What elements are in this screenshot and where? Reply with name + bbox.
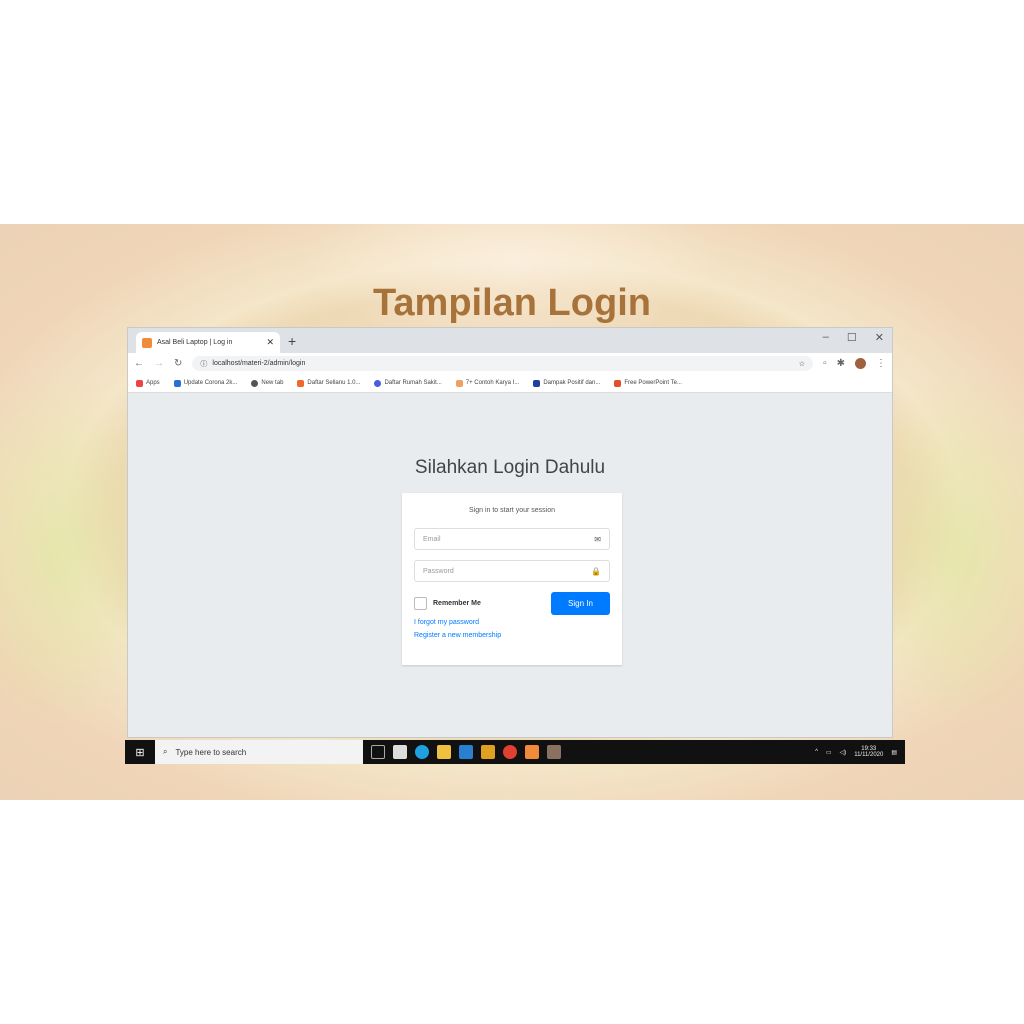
new-tab-icon[interactable]: + [288,333,296,349]
info-icon: ⓘ [200,360,208,368]
minimize-icon[interactable]: – [823,331,829,344]
sublime-icon[interactable] [481,745,495,759]
email-placeholder: Email [423,535,441,543]
login-card: Sign in to start your session Email ✉ Pas… [402,493,622,665]
address-bar-row: ← → ↻ ⓘ localhost/materi-2/admin/login ☆ ▫… [128,353,892,374]
register-link[interactable]: Register a new membership [414,632,610,639]
reload-icon[interactable]: ↻ [174,358,182,369]
volume-icon[interactable]: ◁) [840,749,847,756]
favicon-icon [142,337,152,348]
taskbar: ⊞ ⌕ Type here to search ^ ▭ ◁) 19:33 11/11… [125,740,905,764]
remember-checkbox[interactable] [414,597,427,610]
password-placeholder: Password [423,567,454,575]
bookmark-icon [533,379,541,387]
network-icon[interactable]: ▭ [826,749,832,756]
maximize-icon[interactable]: ☐ [847,331,857,344]
envelope-icon: ✉ [594,534,601,544]
store-icon[interactable] [393,745,407,759]
menu-icon[interactable]: ⋮ [876,358,886,369]
taskbar-search[interactable]: ⌕ Type here to search [155,740,363,764]
tray-chevron-icon[interactable]: ^ [815,749,818,755]
edge-icon[interactable] [415,745,429,759]
cloud-icon[interactable] [547,745,561,759]
bookmark[interactable]: New tab [251,379,283,387]
tab-title: Asal Beli Laptop | Log in [157,339,233,346]
bookmark-icon [614,379,622,387]
forgot-password-link[interactable]: I forgot my password [414,619,610,626]
xampp-icon[interactable] [525,745,539,759]
reading-list-icon[interactable]: ▫ [823,358,827,369]
login-heading: Silahkan Login Dahulu [414,457,606,478]
bookmark-icon [374,379,382,387]
remember-label: Remember Me [433,600,481,607]
bookmark[interactable]: Daftar Rumah Sakit... [374,379,442,387]
bookmark-icon [455,379,463,387]
browser-window: Asal Beli Laptop | Log in ✕ + – ☐ ✕ ← → … [127,327,893,738]
bookmark-icon [297,379,305,387]
slide-title: Tampilan Login [373,282,651,324]
mail-icon[interactable] [459,745,473,759]
password-input[interactable]: Password 🔒 [414,560,610,582]
sign-in-button[interactable]: Sign In [551,592,610,615]
lock-icon: 🔒 [591,566,601,576]
clock[interactable]: 19:33 11/11/2020 [854,746,883,758]
profile-avatar[interactable] [855,358,866,369]
bookmark[interactable]: Daftar Sellanu 1.0... [297,379,360,387]
bookmark-icon [251,379,259,387]
email-input[interactable]: Email ✉ [414,528,610,550]
back-icon[interactable]: ← [134,358,144,369]
bookmark[interactable]: Update Corona 2k... [173,379,237,387]
page-content: Silahkan Login Dahulu Sign in to start y… [128,393,892,737]
chrome-icon[interactable] [503,745,517,759]
search-placeholder: Type here to search [175,747,247,757]
close-window-icon[interactable]: ✕ [875,331,884,344]
close-tab-icon[interactable]: ✕ [266,337,274,348]
bookmark-icon [173,379,181,387]
bookmark-apps[interactable]: Apps [136,379,160,387]
notification-icon[interactable]: ▤ [891,749,897,756]
file-explorer-icon[interactable] [437,745,451,759]
bookmarks-bar: Apps Update Corona 2k... New tab Daftar … [128,374,892,393]
bookmark[interactable]: 7+ Contoh Karya I... [455,379,519,387]
login-message: Sign in to start your session [469,507,555,514]
bookmark[interactable]: Dampak Positif dan... [533,379,600,387]
tab-bar: Asal Beli Laptop | Log in ✕ + – ☐ ✕ [128,328,892,353]
bookmark[interactable]: Free PowerPoint Te... [614,379,682,387]
forward-icon[interactable]: → [154,358,164,369]
search-icon: ⌕ [163,747,168,756]
url-input[interactable]: ⓘ localhost/materi-2/admin/login ☆ [192,356,814,371]
task-view-icon[interactable] [371,745,385,759]
windows-start-icon[interactable]: ⊞ [125,746,155,759]
star-icon[interactable]: ☆ [799,360,805,368]
apps-icon [136,379,143,387]
url-text: localhost/materi-2/admin/login [212,360,306,367]
extensions-icon[interactable]: ✱ [837,358,845,369]
browser-tab[interactable]: Asal Beli Laptop | Log in ✕ [136,332,280,353]
